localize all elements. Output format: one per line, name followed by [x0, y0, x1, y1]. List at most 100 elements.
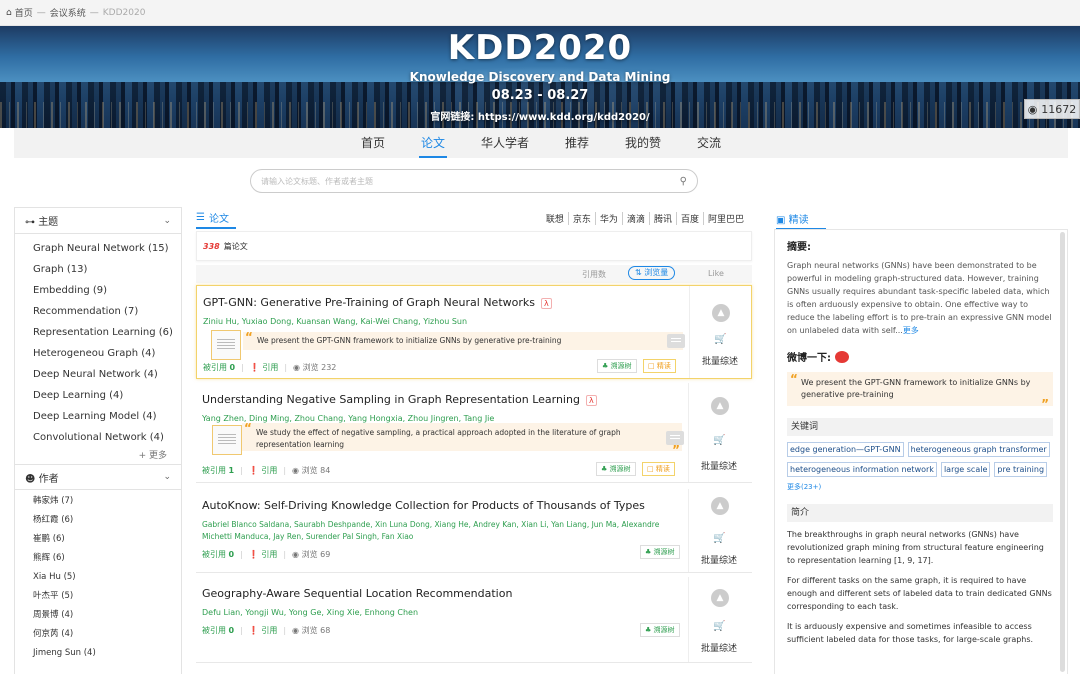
weibo-icon[interactable]: [835, 350, 849, 363]
org-filter-item[interactable]: 京东: [567, 212, 595, 225]
org-filter-item[interactable]: 联想: [542, 212, 568, 225]
paper-authors[interactable]: Ziniu Hu, Yuxiao Dong, Kuansan Wang, Kai…: [203, 316, 683, 328]
org-filter-item[interactable]: 滴滴: [621, 212, 649, 225]
topic-more-button[interactable]: + 更多: [15, 448, 181, 464]
topic-item[interactable]: Graph (13): [15, 259, 181, 280]
comment-icon[interactable]: [667, 334, 685, 348]
author-item[interactable]: 崔鹏 (6): [15, 530, 181, 549]
cite-button[interactable]: ❗ 引用: [249, 549, 278, 560]
paper-card[interactable]: Geography-Aware Sequential Location Reco…: [196, 577, 752, 663]
pdf-icon[interactable]: λ: [541, 298, 552, 309]
pdf-icon[interactable]: λ: [585, 395, 597, 406]
author-item[interactable]: 韩家炜 (7): [15, 492, 181, 511]
paper-card[interactable]: Understanding Negative Sampling in Graph…: [196, 383, 752, 483]
keywords-more-link[interactable]: 更多(23+): [787, 482, 821, 492]
search-icon[interactable]: ⚲: [680, 176, 687, 187]
abstract-more-link[interactable]: 更多: [903, 326, 919, 335]
cite-button[interactable]: ❗ 引用: [250, 362, 279, 373]
paper-thumbnail[interactable]: [211, 330, 241, 360]
bulk-review-button[interactable]: 批量综述: [701, 459, 737, 472]
cite-button[interactable]: ❗ 引用: [249, 625, 278, 636]
conference-link[interactable]: 官网链接: https://www.kdd.org/kdd2020/: [0, 108, 1080, 123]
org-filter-item[interactable]: 阿里巴巴: [702, 212, 748, 225]
topic-item[interactable]: Deep Neural Network (4): [15, 364, 181, 385]
view-label: 浏览: [301, 466, 318, 475]
paper-title[interactable]: AutoKnow: Self-Driving Knowledge Collect…: [202, 499, 645, 512]
org-filter-item[interactable]: 腾讯: [648, 212, 676, 225]
cart-icon[interactable]: 🛒: [713, 435, 725, 446]
nav-discussion[interactable]: 交流: [679, 128, 739, 158]
topic-item[interactable]: Representation Learning (6): [15, 322, 181, 343]
chevron-down-icon[interactable]: ⌄: [163, 216, 171, 226]
breadcrumb-section[interactable]: 会议系统: [50, 6, 86, 19]
like-icon[interactable]: ▲: [711, 589, 729, 607]
comment-icon[interactable]: [666, 431, 684, 445]
author-item[interactable]: Xia Hu (5): [15, 568, 181, 587]
keyword-tag[interactable]: heterogeneous graph transformer: [907, 442, 1050, 457]
topic-item[interactable]: Deep Learning (4): [15, 385, 181, 406]
paper-title[interactable]: Geography-Aware Sequential Location Reco…: [202, 587, 512, 600]
nav-recommend[interactable]: 推荐: [547, 128, 607, 158]
cart-icon[interactable]: 🛒: [713, 533, 725, 544]
topic-item[interactable]: Graph Neural Network (15): [15, 238, 181, 259]
cited-count: 0: [228, 550, 235, 559]
home-icon[interactable]: ⌂: [6, 8, 12, 18]
tab-papers[interactable]: ☰ 论文: [196, 210, 236, 229]
close-read-button[interactable]: □ 精读: [643, 359, 676, 373]
paper-card[interactable]: GPT-GNN: Generative Pre-Training of Grap…: [196, 285, 752, 379]
sort-by-like[interactable]: Like: [708, 269, 724, 278]
chevron-down-icon[interactable]: ⌄: [163, 472, 171, 482]
keyword-tag[interactable]: heterogeneous information network: [787, 462, 937, 477]
keyword-tag[interactable]: large scale: [940, 462, 991, 477]
author-item[interactable]: 杨红霞 (6): [15, 511, 181, 530]
keyword-tag[interactable]: edge generation—GPT-GNN: [787, 442, 904, 457]
author-section-header[interactable]: ☻ 作者 ⌄: [15, 464, 181, 490]
topic-item[interactable]: Embedding (9): [15, 280, 181, 301]
org-filter-item[interactable]: 百度: [675, 212, 703, 225]
nav-my-likes[interactable]: 我的赞: [607, 128, 679, 158]
paper-thumbnail[interactable]: [212, 425, 242, 455]
topic-item[interactable]: Convolutional Network (4): [15, 427, 181, 448]
trace-tree-button[interactable]: ♣ 溯源树: [597, 359, 637, 373]
paper-title[interactable]: Understanding Negative Sampling in Graph…: [202, 393, 597, 406]
nav-papers[interactable]: 论文: [403, 128, 463, 158]
paper-title[interactable]: GPT-GNN: Generative Pre-Training of Grap…: [203, 296, 552, 309]
topic-item[interactable]: Heterogeneou Graph (4): [15, 343, 181, 364]
search-input[interactable]: 请输入论文标题、作者或者主题 ⚲: [250, 169, 698, 193]
close-read-button[interactable]: □ 精读: [642, 462, 675, 476]
trace-tree-button[interactable]: ♣ 溯源树: [596, 462, 636, 476]
trace-tree-button[interactable]: ♣ 溯源树: [640, 545, 680, 559]
like-icon[interactable]: ▲: [712, 304, 730, 322]
nav-chinese-scholars[interactable]: 华人学者: [463, 128, 547, 158]
cited-count: 0: [228, 626, 235, 635]
author-item[interactable]: Jimeng Sun (4): [15, 644, 181, 663]
topic-item[interactable]: Recommendation (7): [15, 301, 181, 322]
author-item[interactable]: 何京芮 (4): [15, 625, 181, 644]
author-item[interactable]: 熊辉 (6): [15, 549, 181, 568]
keyword-tag[interactable]: pre training: [994, 462, 1048, 477]
cart-icon[interactable]: 🛒: [714, 334, 726, 345]
topic-section-header[interactable]: ⊶ 主题 ⌄: [15, 208, 181, 234]
breadcrumb-home[interactable]: 首页: [15, 6, 33, 19]
like-icon[interactable]: ▲: [711, 397, 729, 415]
cart-icon[interactable]: 🛒: [713, 621, 725, 632]
sort-by-views[interactable]: ⇅ 浏览量: [628, 266, 676, 280]
author-item[interactable]: 周景博 (4): [15, 606, 181, 625]
paper-card[interactable]: AutoKnow: Self-Driving Knowledge Collect…: [196, 489, 752, 573]
paper-authors[interactable]: Defu Lian, Yongji Wu, Yong Ge, Xing Xie,…: [202, 607, 682, 619]
author-item[interactable]: 叶杰平 (5): [15, 587, 181, 606]
sort-by-cited[interactable]: 引用数: [582, 269, 606, 280]
nav-home[interactable]: 首页: [343, 128, 403, 158]
scrollbar[interactable]: [1060, 232, 1065, 672]
tab-close-read[interactable]: ▣ 精读: [776, 211, 826, 230]
org-filter-item[interactable]: 华为: [594, 212, 622, 225]
topic-item[interactable]: Deep Learning Model (4): [15, 406, 181, 427]
bulk-review-button[interactable]: 批量综述: [701, 641, 737, 654]
bulk-review-button[interactable]: 批量综述: [702, 354, 738, 367]
cite-button[interactable]: ❗ 引用: [249, 465, 278, 476]
author-header-label: 作者: [38, 473, 59, 485]
paper-authors[interactable]: Gabriel Blanco Saldana, Saurabh Deshpand…: [202, 519, 682, 543]
like-icon[interactable]: ▲: [711, 497, 729, 515]
bulk-review-button[interactable]: 批量综述: [701, 553, 737, 566]
trace-tree-button[interactable]: ♣ 溯源树: [640, 623, 680, 637]
